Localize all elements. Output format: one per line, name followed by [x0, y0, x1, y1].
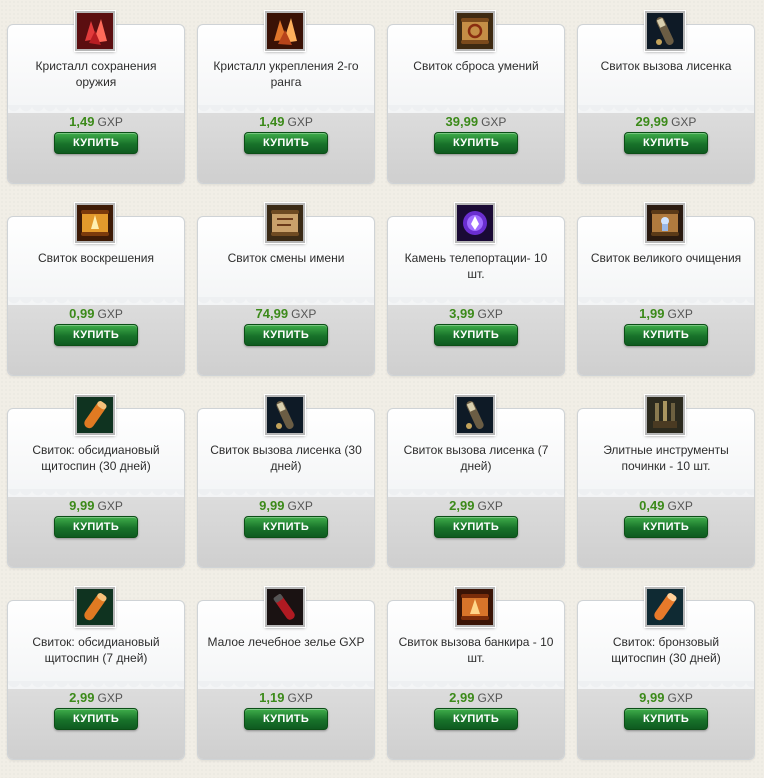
price-currency: GXP: [287, 691, 313, 705]
item-name: Свиток вызова лисенка (7 дней): [403, 443, 549, 473]
price-currency: GXP: [481, 115, 507, 129]
buy-button[interactable]: КУПИТЬ: [434, 132, 518, 154]
price-value: 1,99: [639, 306, 665, 321]
buy-button[interactable]: КУПИТЬ: [624, 324, 708, 346]
item-price: 1,19 GXP: [198, 690, 374, 705]
price-value: 2,99: [449, 690, 475, 705]
item-price: 0,99 GXP: [8, 306, 184, 321]
item-price: 9,99 GXP: [578, 690, 754, 705]
item-price: 2,99 GXP: [388, 690, 564, 705]
price-value: 29,99: [635, 114, 669, 129]
price-currency: GXP: [477, 307, 503, 321]
resurrection-scroll-icon[interactable]: [75, 203, 115, 243]
price-currency: GXP: [477, 691, 503, 705]
item-price: 2,99 GXP: [8, 690, 184, 705]
item-name: Кристалл сохранения оружия: [35, 59, 157, 89]
item-price: 39,99 GXP: [388, 114, 564, 129]
item-name: Свиток: обсидиановый щитоспин (7 дней): [32, 635, 160, 665]
buy-button[interactable]: КУПИТЬ: [54, 132, 138, 154]
price-value: 39,99: [445, 114, 479, 129]
price-value: 1,19: [259, 690, 285, 705]
price-value: 9,99: [259, 498, 285, 513]
item-price: 74,99 GXP: [198, 306, 374, 321]
buy-button[interactable]: КУПИТЬ: [244, 324, 328, 346]
fox-scroll-icon[interactable]: [455, 395, 495, 435]
item-price: 1,49 GXP: [198, 114, 374, 129]
buy-button[interactable]: КУПИТЬ: [434, 516, 518, 538]
price-currency: GXP: [287, 115, 313, 129]
price-currency: GXP: [667, 691, 693, 705]
item-name: Свиток: бронзовый щитоспин (30 дней): [611, 635, 721, 665]
item-price: 9,99 GXP: [198, 498, 374, 513]
buy-button[interactable]: КУПИТЬ: [54, 708, 138, 730]
item-name: Элитные инструменты починки - 10 шт.: [603, 443, 729, 473]
reset-scroll-icon[interactable]: [455, 11, 495, 51]
shop-item-grid: Кристалл сохранения оружия 1,49 GXP КУПИТ…: [0, 0, 764, 778]
price-currency: GXP: [97, 691, 123, 705]
item-price: 0,49 GXP: [578, 498, 754, 513]
item-name: Свиток воскрешения: [37, 251, 154, 265]
price-value: 3,99: [449, 306, 475, 321]
price-currency: GXP: [287, 499, 313, 513]
price-value: 1,49: [259, 114, 285, 129]
price-value: 2,99: [69, 690, 95, 705]
item-name: Свиток: обсидиановый щитоспин (30 дней): [32, 443, 160, 473]
buy-button[interactable]: КУПИТЬ: [434, 324, 518, 346]
buy-button[interactable]: КУПИТЬ: [54, 516, 138, 538]
item-name: Кристалл укрепления 2-го ранга: [213, 59, 359, 89]
item-name: Малое лечебное зелье GXP: [207, 635, 365, 649]
item-price: 1,49 GXP: [8, 114, 184, 129]
buy-button[interactable]: КУПИТЬ: [624, 132, 708, 154]
banker-scroll-icon[interactable]: [455, 587, 495, 627]
price-value: 74,99: [255, 306, 289, 321]
buy-button[interactable]: КУПИТЬ: [244, 708, 328, 730]
price-currency: GXP: [667, 307, 693, 321]
price-value: 9,99: [639, 690, 665, 705]
purification-scroll-icon[interactable]: [645, 203, 685, 243]
teleport-stone-icon[interactable]: [455, 203, 495, 243]
price-currency: GXP: [667, 499, 693, 513]
price-value: 2,99: [449, 498, 475, 513]
bronze-scroll-icon[interactable]: [645, 587, 685, 627]
price-currency: GXP: [671, 115, 697, 129]
price-value: 0,49: [639, 498, 665, 513]
price-value: 1,49: [69, 114, 95, 129]
item-name: Свиток сброса умений: [413, 59, 539, 73]
item-name: Свиток великого очищения: [590, 251, 742, 265]
price-currency: GXP: [97, 307, 123, 321]
buy-button[interactable]: КУПИТЬ: [624, 516, 708, 538]
item-price: 9,99 GXP: [8, 498, 184, 513]
item-name: Свиток смены имени: [227, 251, 345, 265]
item-price: 2,99 GXP: [388, 498, 564, 513]
rename-scroll-icon[interactable]: [265, 203, 305, 243]
item-price: 3,99 GXP: [388, 306, 564, 321]
price-currency: GXP: [97, 115, 123, 129]
item-price: 29,99 GXP: [578, 114, 754, 129]
buy-button[interactable]: КУПИТЬ: [54, 324, 138, 346]
price-value: 9,99: [69, 498, 95, 513]
price-value: 0,99: [69, 306, 95, 321]
price-currency: GXP: [291, 307, 317, 321]
buy-button[interactable]: КУПИТЬ: [434, 708, 518, 730]
buy-button[interactable]: КУПИТЬ: [244, 132, 328, 154]
price-currency: GXP: [477, 499, 503, 513]
orange-crystal-icon[interactable]: [265, 11, 305, 51]
obsidian-scroll-icon[interactable]: [75, 587, 115, 627]
repair-tools-icon[interactable]: [645, 395, 685, 435]
item-name: Свиток вызова лисенка: [600, 59, 732, 73]
item-price: 1,99 GXP: [578, 306, 754, 321]
item-name: Свиток вызова банкира - 10 шт.: [398, 635, 554, 665]
price-currency: GXP: [97, 499, 123, 513]
buy-button[interactable]: КУПИТЬ: [244, 516, 328, 538]
healing-potion-icon[interactable]: [265, 587, 305, 627]
obsidian-scroll-icon[interactable]: [75, 395, 115, 435]
fox-scroll-icon[interactable]: [645, 11, 685, 51]
red-crystal-icon[interactable]: [75, 11, 115, 51]
buy-button[interactable]: КУПИТЬ: [624, 708, 708, 730]
fox-scroll-icon[interactable]: [265, 395, 305, 435]
item-name: Камень телепортации- 10 шт.: [404, 251, 548, 281]
item-name: Свиток вызова лисенка (30 дней): [210, 443, 362, 473]
